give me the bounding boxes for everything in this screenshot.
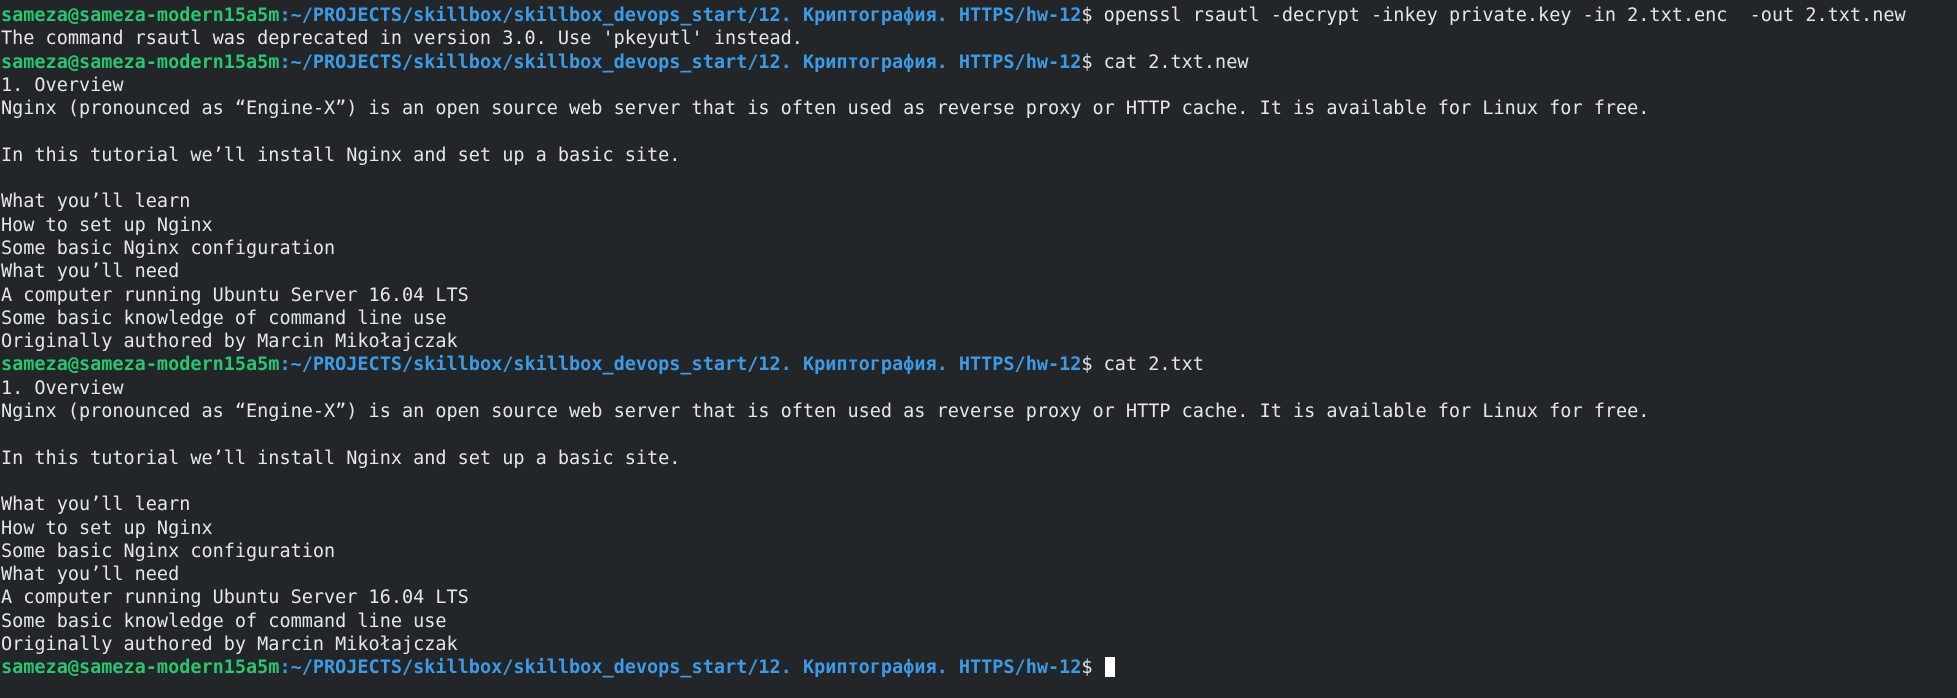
output-line: What you’ll need bbox=[1, 261, 180, 283]
output-line: 1. Overview bbox=[1, 377, 124, 399]
output-line: 1. Overview bbox=[1, 74, 124, 96]
output-line: What you’ll learn bbox=[1, 191, 191, 213]
prompt-user-host: sameza@sameza-modern15a5m bbox=[1, 657, 280, 679]
prompt-symbol: $ bbox=[1081, 657, 1104, 679]
output-line: Originally authored by Marcin Mikołajcza… bbox=[1, 634, 458, 656]
output-line: How to set up Nginx bbox=[1, 517, 213, 539]
prompt-symbol: $ bbox=[1081, 51, 1104, 73]
prompt-path: ~/PROJECTS/skillbox/skillbox_devops_star… bbox=[290, 354, 1082, 376]
output-line: Some basic knowledge of command line use bbox=[1, 307, 447, 329]
prompt-separator: : bbox=[279, 354, 291, 376]
prompt-line: sameza@sameza-modern15a5m:~/PROJECTS/ski… bbox=[1, 4, 1957, 27]
prompt-separator: : bbox=[279, 51, 291, 73]
output-line: Originally authored by Marcin Mikołajcza… bbox=[1, 331, 458, 353]
prompt-symbol: $ bbox=[1081, 5, 1104, 26]
command-text: openssl rsautl -decrypt -inkey private.k… bbox=[1103, 5, 1906, 26]
output-line: A computer running Ubuntu Server 16.04 L… bbox=[1, 587, 469, 609]
prompt-separator: : bbox=[279, 5, 291, 26]
prompt-path: ~/PROJECTS/skillbox/skillbox_devops_star… bbox=[290, 51, 1082, 73]
output-line: Nginx (pronounced as “Engine-X”) is an o… bbox=[1, 98, 1650, 120]
output-line: Some basic Nginx configuration bbox=[1, 237, 336, 259]
output-line: Nginx (pronounced as “Engine-X”) is an o… bbox=[1, 401, 1650, 423]
command-text: cat 2.txt.new bbox=[1103, 51, 1249, 73]
command-text: cat 2.txt bbox=[1103, 354, 1204, 376]
prompt-path: ~/PROJECTS/skillbox/skillbox_devops_star… bbox=[290, 657, 1082, 679]
prompt-user-host: sameza@sameza-modern15a5m bbox=[1, 5, 280, 26]
terminal-window[interactable]: sameza@sameza-modern15a5m:~/PROJECTS/ski… bbox=[0, 0, 1957, 698]
output-line: How to set up Nginx bbox=[1, 214, 213, 236]
prompt-path: ~/PROJECTS/skillbox/skillbox_devops_star… bbox=[290, 5, 1082, 26]
text-cursor[interactable] bbox=[1104, 657, 1115, 678]
prompt-line: sameza@sameza-modern15a5m:~/PROJECTS/ski… bbox=[1, 656, 1957, 679]
prompt-separator: : bbox=[279, 657, 291, 679]
output-line: Some basic knowledge of command line use bbox=[1, 610, 447, 632]
prompt-user-host: sameza@sameza-modern15a5m bbox=[1, 354, 280, 376]
prompt-line: sameza@sameza-modern15a5m:~/PROJECTS/ski… bbox=[1, 51, 1957, 74]
output-line: What you’ll learn bbox=[1, 494, 191, 516]
output-line: The command rsautl was deprecated in ver… bbox=[1, 28, 803, 50]
output-line: Some basic Nginx configuration bbox=[1, 540, 336, 562]
prompt-line: sameza@sameza-modern15a5m:~/PROJECTS/ski… bbox=[1, 353, 1957, 376]
output-line: In this tutorial we’ll install Nginx and… bbox=[1, 447, 681, 469]
prompt-user-host: sameza@sameza-modern15a5m bbox=[1, 51, 280, 73]
output-line: In this tutorial we’ll install Nginx and… bbox=[1, 144, 681, 166]
output-line: A computer running Ubuntu Server 16.04 L… bbox=[1, 284, 469, 306]
terminal-output: sameza@sameza-modern15a5m:~/PROJECTS/ski… bbox=[1, 4, 1957, 680]
prompt-symbol: $ bbox=[1081, 354, 1104, 376]
output-line: What you’ll need bbox=[1, 564, 180, 586]
